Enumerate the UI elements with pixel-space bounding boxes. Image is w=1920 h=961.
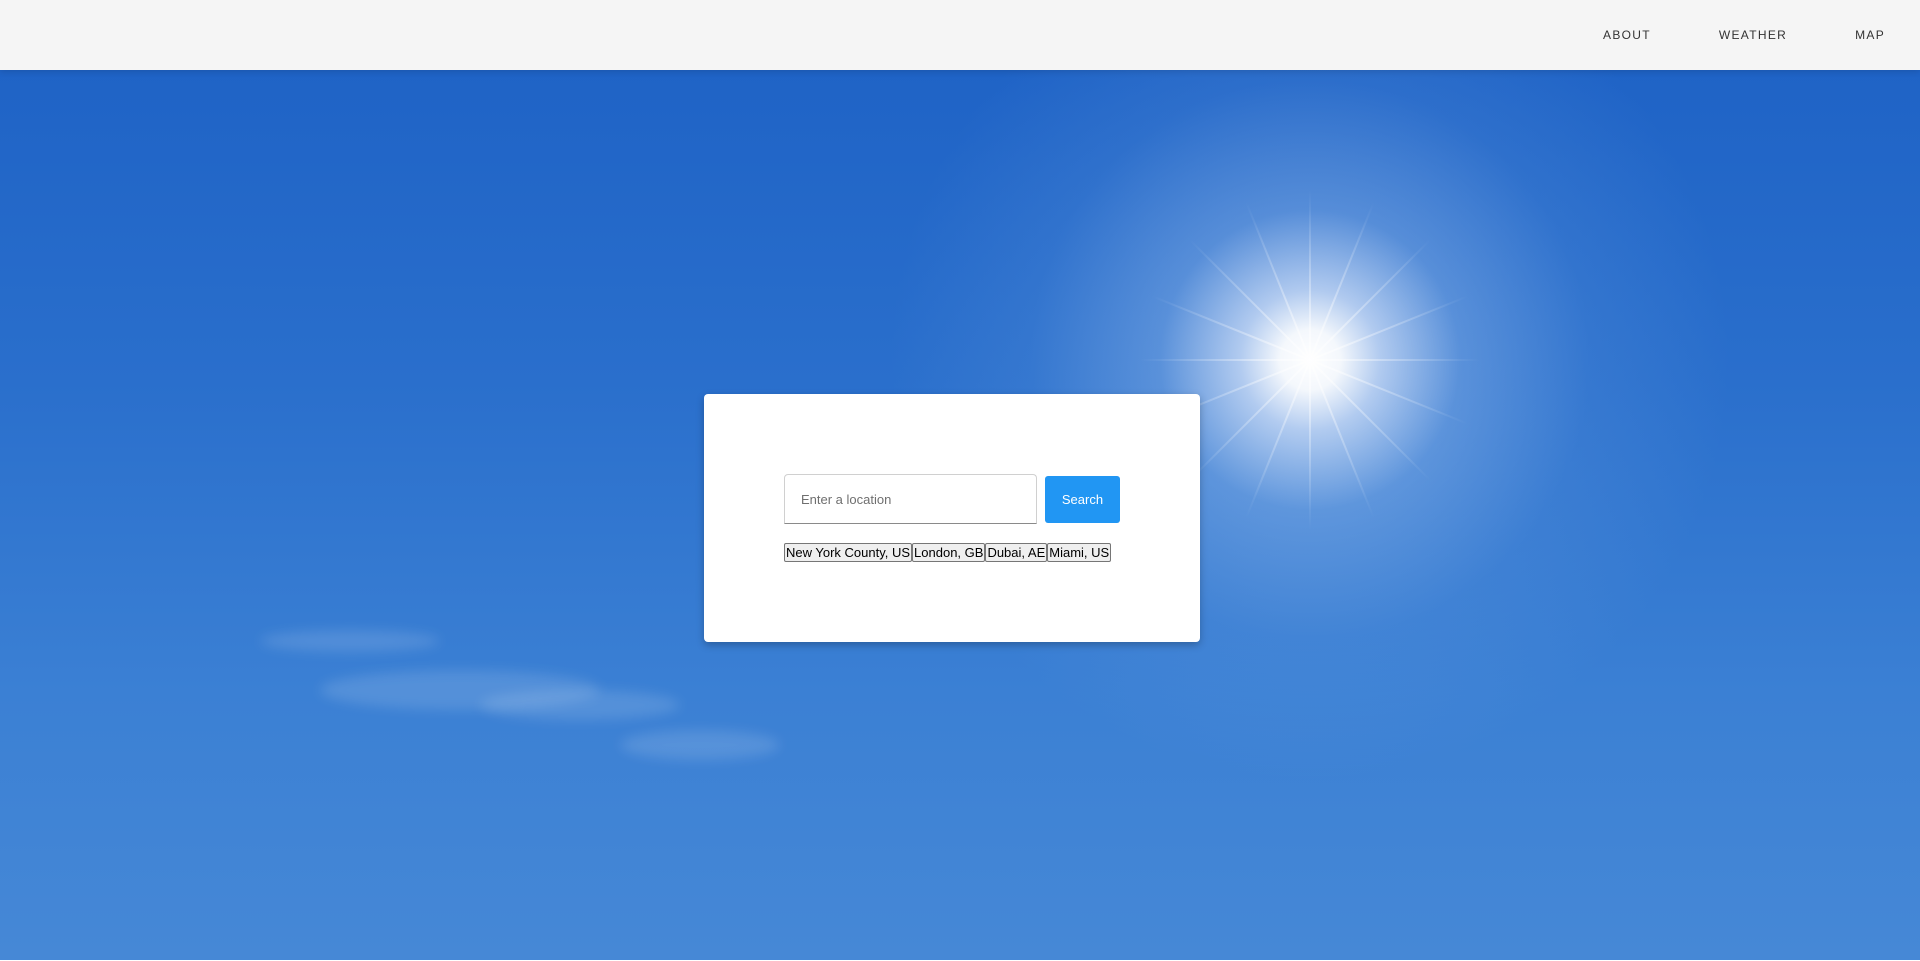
quick-location-miami[interactable]: Miami, US: [1047, 543, 1112, 562]
search-card: Search New York County, US London, GB Du…: [704, 394, 1200, 642]
quick-location-dubai[interactable]: Dubai, AE: [985, 543, 1048, 562]
main-nav: ABOUT WEATHER MAP: [1569, 0, 1920, 70]
cloud-shape: [260, 630, 440, 652]
quick-locations: New York County, US London, GB Dubai, AE…: [784, 543, 1112, 562]
nav-about-link[interactable]: ABOUT: [1569, 28, 1685, 42]
nav-map-link[interactable]: MAP: [1821, 28, 1920, 42]
nav-weather-link[interactable]: WEATHER: [1685, 28, 1821, 42]
search-form: Search: [784, 474, 1120, 524]
quick-location-new-york[interactable]: New York County, US: [784, 543, 913, 562]
cloud-shape: [480, 690, 680, 720]
top-navigation-bar: ABOUT WEATHER MAP: [0, 0, 1920, 70]
quick-location-london[interactable]: London, GB: [912, 543, 986, 562]
cloud-shape: [620, 730, 780, 760]
search-button[interactable]: Search: [1045, 475, 1120, 523]
location-search-input[interactable]: [784, 474, 1037, 524]
